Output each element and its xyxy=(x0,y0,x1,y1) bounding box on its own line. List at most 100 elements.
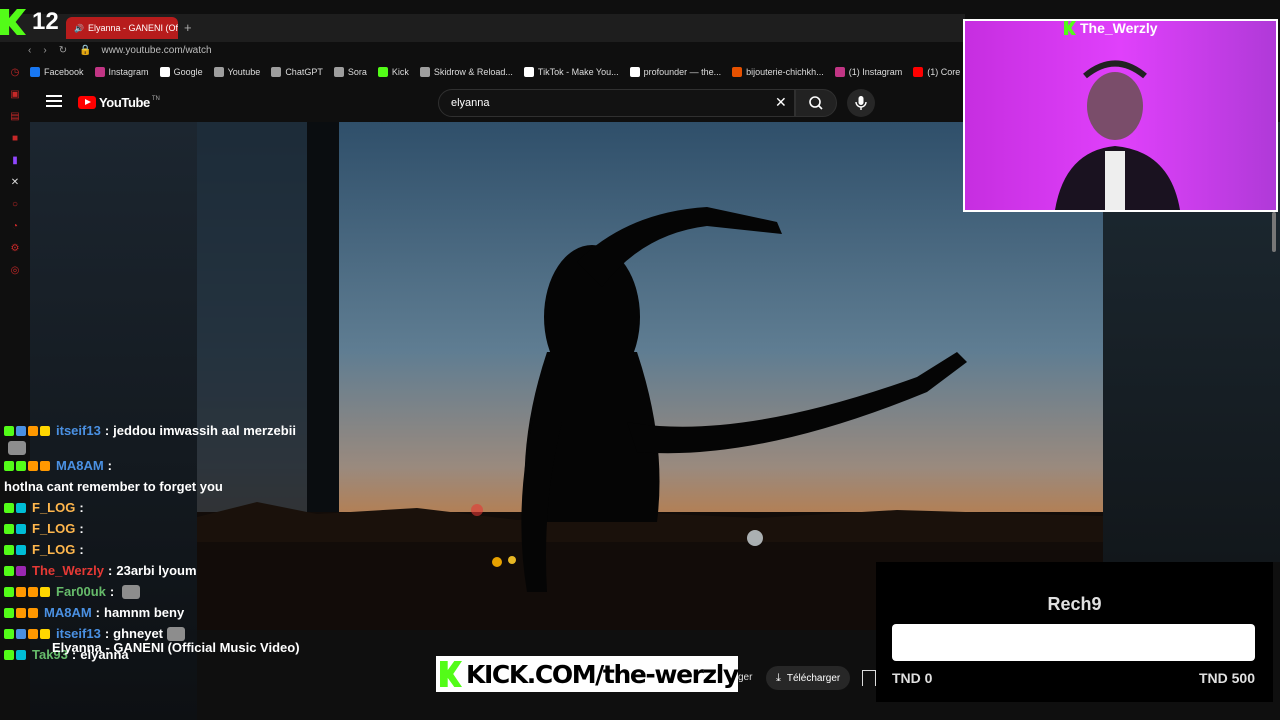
viewer-counter: 12 xyxy=(0,6,59,38)
bookmark-label: Google xyxy=(173,67,203,77)
side-panel-icons: ◷ ▣ ▤ ■ ▮ ✕ ○ ◔ ⚙ ◎ xyxy=(8,66,24,286)
chat-username[interactable]: Far00uk xyxy=(56,581,106,602)
streamer-label: The_Werzly xyxy=(1064,18,1158,38)
bookmark-label: bijouterie-chichkh... xyxy=(746,67,824,77)
chat-badges xyxy=(4,502,28,513)
bookmark-label: Skidrow & Reload... xyxy=(433,67,513,77)
chat-message: F_LOG: xyxy=(4,497,304,518)
badge-icon xyxy=(4,607,14,618)
bookmark-item[interactable]: TikTok - Make You... xyxy=(523,67,619,77)
bookmark-item[interactable]: Skidrow & Reload... xyxy=(419,67,513,77)
chat-message: MA8AM: hamnm beny xyxy=(4,602,304,623)
youtube-logo[interactable]: YouTube TN xyxy=(78,95,160,110)
bookmark-item[interactable]: (1) Core men xyxy=(913,67,965,77)
bookmark-label: profounder — the... xyxy=(643,67,722,77)
clock-icon[interactable]: ◔ xyxy=(8,220,22,234)
streamer-name: The_Werzly xyxy=(1080,20,1158,36)
search-input[interactable]: elyanna xyxy=(438,89,795,117)
bookmark-item[interactable]: (1) Instagram xyxy=(834,67,903,77)
page-scrollbar[interactable] xyxy=(1272,212,1276,252)
badge-icon xyxy=(28,460,38,471)
download-button[interactable]: ⤓ Télécharger xyxy=(766,666,851,690)
bookmark-item[interactable]: profounder — the... xyxy=(629,67,722,77)
voice-search-button[interactable] xyxy=(847,89,875,117)
bookmark-side-icon[interactable]: ▣ xyxy=(8,88,22,102)
chat-badges xyxy=(4,649,28,660)
x-icon[interactable]: ✕ xyxy=(8,176,22,190)
save-icon[interactable] xyxy=(862,670,876,686)
chat-badges xyxy=(4,544,28,555)
goal-progress-bar xyxy=(892,624,1255,661)
chat-text: hamnm beny xyxy=(104,605,185,620)
more-icon[interactable]: ◎ xyxy=(8,264,22,278)
chat-message: Far00uk: xyxy=(4,581,304,602)
badge-icon xyxy=(40,425,50,436)
badge-icon xyxy=(16,523,26,534)
bookmark-label: Youtube xyxy=(227,67,261,77)
chat-username[interactable]: MA8AM xyxy=(56,455,104,476)
forward-icon[interactable]: › xyxy=(43,45,46,56)
badge-icon xyxy=(4,460,14,471)
badge-icon xyxy=(4,565,14,576)
kick-logo-icon xyxy=(1064,21,1076,35)
bookmark-item[interactable]: Kick xyxy=(377,67,409,77)
bookmark-item[interactable]: Facebook xyxy=(30,67,84,77)
chat-message: itseif13: jeddou imwassih aal merzebii xyxy=(4,420,304,455)
badge-icon xyxy=(4,628,14,639)
clear-search-icon[interactable]: ✕ xyxy=(775,95,787,109)
chat-username[interactable]: itseif13 xyxy=(56,420,101,441)
reload-icon[interactable]: ↻ xyxy=(59,45,67,56)
chat-username[interactable]: F_LOG xyxy=(32,497,75,518)
bookmark-icon xyxy=(271,67,282,77)
chat-username[interactable]: F_LOG xyxy=(32,539,75,560)
counter-value: 12 xyxy=(32,8,59,35)
bookmark-item[interactable]: Youtube xyxy=(213,67,261,77)
address-bar[interactable]: ‹ › ↻ 🔒 www.youtube.com/watch xyxy=(28,42,965,58)
bookmark-icon xyxy=(159,67,170,77)
bookmarks-bar: Facebook Instagram Google Youtube ChatGPT Sor… xyxy=(30,64,965,80)
badge-icon xyxy=(28,628,38,639)
badge-icon xyxy=(16,565,26,576)
app-icon[interactable]: ■ xyxy=(8,132,22,146)
bookmark-icon xyxy=(419,67,430,77)
search-button[interactable] xyxy=(795,89,837,117)
badge-icon xyxy=(16,586,26,597)
browser-tab-active[interactable]: 🔊 Elyanna - GANENI (Offi xyxy=(66,17,178,39)
bookmark-item[interactable]: ChatGPT xyxy=(271,67,323,77)
tab-title: Elyanna - GANENI (Offi xyxy=(87,23,178,33)
bookmark-icon xyxy=(94,67,105,77)
bookmark-icon xyxy=(333,67,344,77)
back-icon[interactable]: ‹ xyxy=(28,45,31,56)
bookmark-item[interactable]: Sora xyxy=(333,67,367,77)
download-icon: ⤓ xyxy=(776,671,781,684)
menu-icon[interactable] xyxy=(46,95,62,110)
badge-icon xyxy=(4,523,14,534)
goal-title: Rech9 xyxy=(1047,594,1102,614)
bookmark-item[interactable]: Google xyxy=(159,67,203,77)
settings-icon[interactable]: ⚙ xyxy=(8,242,22,256)
chat-username[interactable]: F_LOG xyxy=(32,518,75,539)
badge-icon xyxy=(4,586,14,597)
twitch-icon[interactable]: ▮ xyxy=(8,154,22,168)
chat-badges xyxy=(4,586,52,597)
chat-separator: : xyxy=(95,605,101,620)
video-title: Elyanna - GANENI (Official Music Video) xyxy=(52,640,300,655)
chat-overlay: itseif13: jeddou imwassih aal merzebii MA8… xyxy=(4,420,304,665)
bookmark-icon xyxy=(30,67,40,77)
new-tab-button[interactable]: + xyxy=(184,20,192,35)
chat-username[interactable]: The_Werzly xyxy=(32,560,104,581)
bookmark-item[interactable]: bijouterie-chichkh... xyxy=(732,67,824,77)
microphone-icon xyxy=(855,96,867,110)
badge-icon xyxy=(40,586,50,597)
bookmark-item[interactable]: Instagram xyxy=(94,67,149,77)
history-icon[interactable]: ◷ xyxy=(8,66,22,80)
bookmark-label: (1) Instagram xyxy=(848,67,903,77)
badge-icon xyxy=(4,649,14,660)
goal-target: TND 500 xyxy=(1198,670,1255,686)
bookmark-label: Facebook xyxy=(44,67,84,77)
circle-icon[interactable]: ○ xyxy=(8,198,22,212)
speaker-icon: 🔊 xyxy=(74,23,84,33)
notes-icon[interactable]: ▤ xyxy=(8,110,22,124)
bookmark-icon xyxy=(377,67,388,77)
chat-username[interactable]: MA8AM xyxy=(44,602,92,623)
